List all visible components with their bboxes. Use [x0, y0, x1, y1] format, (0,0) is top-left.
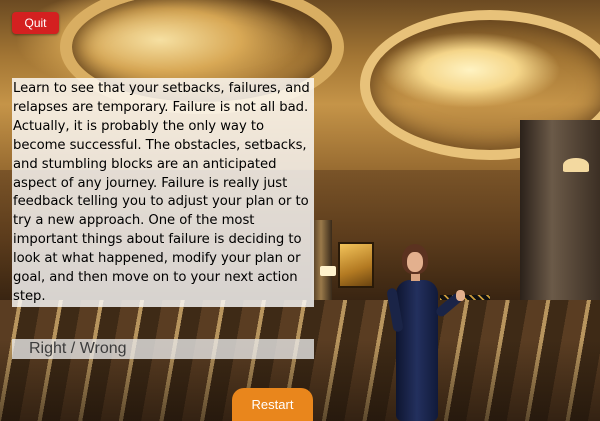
passage-text: Learn to see that your setbacks, failure… [13, 81, 310, 304]
wall-lamp [563, 158, 589, 172]
restart-button[interactable]: Restart [232, 388, 313, 421]
character-hand [456, 290, 465, 301]
wall-painting [338, 242, 374, 288]
table-lamp [320, 266, 336, 276]
quit-button[interactable]: Quit [12, 12, 59, 34]
answer-feedback-label: Right / Wrong [29, 340, 127, 357]
presenter-character [386, 244, 472, 421]
character-face [407, 252, 423, 272]
passage-panel: Learn to see that your setbacks, failure… [12, 78, 314, 307]
answer-feedback-bar: Right / Wrong [12, 339, 314, 359]
character-dress [396, 280, 438, 421]
